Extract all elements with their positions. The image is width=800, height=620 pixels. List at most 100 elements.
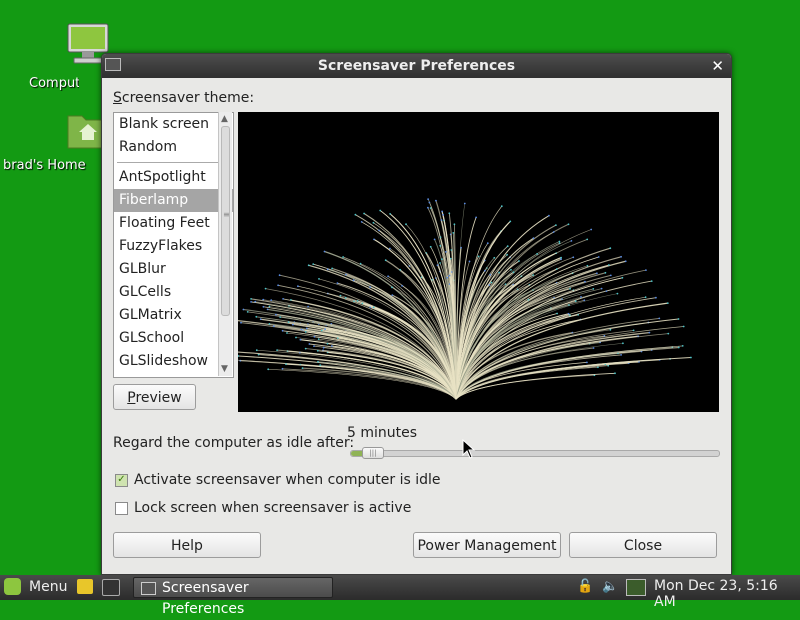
fiber-tip — [387, 275, 389, 278]
idle-slider-thumb[interactable]: ||| — [362, 447, 384, 459]
fiber-tip — [276, 349, 278, 351]
lock-row[interactable]: Lock screen when screensaver is active — [115, 500, 411, 516]
fiber-tip — [532, 274, 535, 276]
fiber-tip — [609, 247, 612, 250]
theme-list-item[interactable]: GLMatrix — [114, 304, 233, 327]
fiber-tip — [281, 329, 284, 332]
fiber-tip — [372, 306, 375, 309]
fiber-tip — [448, 212, 451, 215]
fiber-tip — [344, 296, 347, 299]
help-button[interactable]: Help — [113, 532, 261, 558]
fiber-tip — [354, 213, 357, 216]
fiber-tip — [440, 219, 443, 221]
fiber-tip — [242, 308, 245, 311]
fiber-tip — [240, 321, 242, 324]
fiber-tip — [429, 245, 432, 248]
clock[interactable]: Mon Dec 23, 5:16 AM — [654, 578, 800, 610]
fiber-tip — [272, 325, 275, 328]
close-icon[interactable]: ✕ — [711, 57, 724, 75]
power-management-button[interactable]: Power Management — [413, 532, 561, 558]
fiber-tip — [250, 298, 252, 300]
activate-checkbox[interactable]: ✓ — [115, 473, 128, 487]
scroll-up-icon[interactable]: ▲ — [221, 114, 228, 124]
preview-button[interactable]: Preview — [113, 384, 196, 410]
activate-row[interactable]: ✓ Activate screensaver when computer is i… — [115, 472, 440, 488]
fiber-tip — [463, 202, 466, 205]
fiber-tip — [506, 253, 508, 256]
close-button[interactable]: Close — [569, 532, 717, 558]
fiber-tip — [592, 288, 595, 290]
fiber-tip — [428, 201, 431, 204]
fiber-tip — [372, 221, 375, 224]
idle-slider[interactable]: ||| — [350, 447, 720, 459]
fiber-tip — [250, 301, 252, 303]
fiber-tip — [360, 221, 363, 223]
scrollbar-thumb[interactable]: ≡ — [221, 126, 230, 316]
fiber-tip — [650, 280, 653, 282]
fiber-tip — [275, 313, 277, 316]
terminal-launcher-icon[interactable] — [102, 579, 120, 596]
fiber-tip — [453, 223, 456, 226]
title-bar[interactable]: Screensaver Preferences ✕ — [102, 54, 731, 78]
lock-label: Lock screen when screensaver is active — [134, 500, 412, 516]
lock-checkbox[interactable] — [115, 501, 128, 515]
fiber-tip — [270, 299, 273, 301]
screensaver-preview — [215, 112, 719, 412]
fiber-tip — [439, 244, 442, 247]
fiber-tip — [433, 238, 436, 241]
theme-list-item[interactable]: GLSlideshow — [114, 350, 233, 373]
fiber-tip — [500, 205, 503, 208]
desktop-icon-label: brad's Home — [3, 158, 86, 173]
theme-list[interactable]: Blank screen Random AntSpotlight Fiberlamp F… — [113, 112, 234, 378]
fiber-tip — [363, 212, 365, 215]
screensaver-preferences-window: Screensaver Preferences ✕ Screensaver th… — [101, 53, 732, 575]
theme-list-item[interactable]: Blank screen — [114, 113, 233, 136]
theme-list-item[interactable]: AntSpotlight — [114, 166, 233, 189]
network-icon[interactable] — [626, 579, 646, 596]
theme-label: Screensaver theme: — [113, 90, 255, 106]
text-editor-launcher-icon[interactable] — [77, 579, 93, 594]
theme-list-item[interactable]: Fiberlamp — [114, 189, 233, 212]
fiber-tip — [292, 323, 294, 326]
fiber-tip — [527, 298, 530, 301]
fiber-tip — [279, 316, 282, 318]
fiber-tip — [586, 361, 588, 364]
fiber-tip — [324, 328, 326, 330]
fiber-tip — [336, 282, 339, 284]
fiber-tip — [359, 262, 362, 265]
window-title: Screensaver Preferences — [317, 58, 516, 74]
fiber-tip — [389, 247, 391, 250]
fiber-tip — [307, 305, 309, 308]
fiber-tip — [356, 300, 359, 302]
scroll-down-icon[interactable]: ▼ — [221, 364, 228, 374]
activate-label: Activate screensaver when computer is id… — [134, 472, 441, 488]
fiber-tip — [299, 338, 302, 341]
fiber-tip — [436, 264, 439, 266]
fiber-tip — [442, 213, 444, 216]
fiber-tip — [378, 229, 380, 232]
fiber-tip — [439, 262, 441, 264]
fiber-tip — [555, 224, 557, 226]
theme-list-item[interactable]: GLBlur — [114, 258, 233, 281]
theme-list-item[interactable]: FuzzyFlakes — [114, 235, 233, 258]
theme-list-item[interactable]: Random — [114, 136, 233, 159]
fiberlamp-preview-graphic — [215, 198, 692, 400]
taskbar-window-label: Screensaver Preferences — [162, 580, 249, 617]
fiber-tip — [285, 363, 287, 366]
fiber-tip — [278, 274, 281, 277]
theme-list-separator — [117, 162, 230, 163]
idle-label: Regard the computer as idle after: — [113, 435, 355, 451]
volume-icon[interactable]: 🔈 — [602, 579, 618, 594]
fiber-tip — [489, 273, 492, 276]
taskbar-window-button[interactable]: Screensaver Preferences — [133, 577, 333, 617]
fiber-tip — [304, 347, 307, 350]
theme-list-item[interactable]: Floating Feet — [114, 212, 233, 235]
fiber-tip — [308, 343, 311, 345]
theme-list-item[interactable]: GLCells — [114, 281, 233, 304]
menu-button[interactable]: Menu — [4, 578, 67, 595]
fiber-tip — [597, 256, 600, 258]
fiber-tip — [556, 312, 558, 315]
theme-list-item[interactable]: GLSchool — [114, 327, 233, 350]
lock-icon[interactable]: 🔓 — [577, 579, 593, 594]
theme-list-scrollbar[interactable]: ▲ ≡ ▼ — [218, 112, 232, 376]
